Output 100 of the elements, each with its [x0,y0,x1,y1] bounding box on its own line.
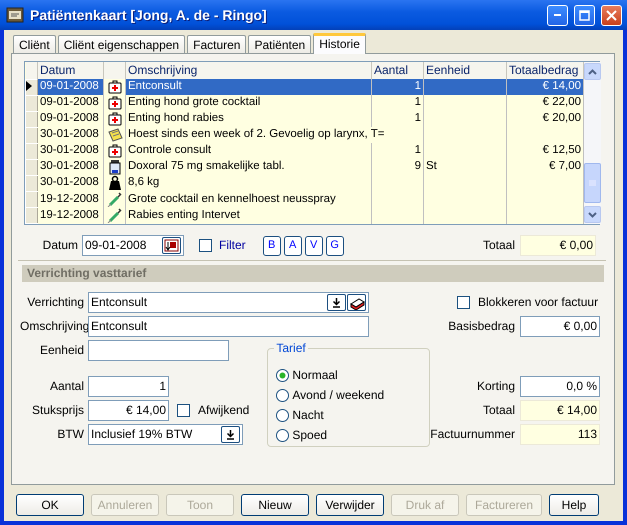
minimize-icon [554,14,561,16]
column-header[interactable]: Eenheid [424,62,506,80]
input-field[interactable]: Entconsult [88,316,369,337]
radio-button[interactable] [276,368,290,382]
radio-label: Normaal [292,368,338,382]
table-cell: 1 [372,79,424,96]
lookup-button[interactable] [347,294,366,311]
medical-kit-icon [106,95,122,112]
syringe-icon [106,207,122,224]
tab[interactable]: Facturen [187,35,246,53]
tab[interactable]: Cliënt eigenschappen [58,35,186,53]
radio-label: Nacht [292,408,324,422]
field-label: Datum [42,238,78,253]
scroll-up-icon [588,68,597,74]
input-field[interactable]: € 0,00 [520,316,600,337]
readonly-field: 113 [520,424,600,445]
section-header: Verrichting vasttarief [22,265,604,282]
table-cell: Doxoral 75 mg smakelijke tabl. [126,159,372,176]
maximize-icon [579,10,590,20]
column-header[interactable]: Totaalbedrag [506,62,584,80]
letter-button[interactable]: A [284,236,302,256]
field-label: Eenheid [38,343,84,358]
scroll-down-icon [588,212,597,218]
checkbox[interactable] [199,239,212,252]
table-cell: € 14,00 [506,79,584,96]
download-arrow-icon [331,297,342,308]
input-field[interactable]: 0,0 % [520,376,600,397]
calendar-button[interactable] [162,237,181,254]
table-cell: Controle consult [126,143,372,160]
radio-button[interactable] [276,388,290,402]
checkbox[interactable] [457,296,470,309]
field-label: Stuksprijs [30,403,84,418]
app-icon [6,6,24,24]
table-cell: Entconsult [126,79,372,96]
medical-kit-icon [106,143,122,160]
checkbox[interactable] [177,404,190,417]
input-field[interactable]: € 14,00 [88,400,169,421]
table-cell: 1 [372,95,424,112]
column-header[interactable]: Datum [38,62,104,80]
minimize-button[interactable] [547,4,568,26]
dialog-button[interactable]: Verwijder [316,494,384,516]
readonly-field: € 14,00 [520,400,600,421]
letter-button[interactable]: G [326,236,344,256]
radio-button[interactable] [276,428,290,442]
table-cell: St [424,159,506,176]
table-cell: 9 [372,159,424,176]
column-header[interactable]: Omschrijving [126,62,372,80]
checkbox-label: Afwijkend [198,403,250,418]
table-cell: 1 [372,111,424,128]
row-pointer-icon [26,81,32,92]
input-field[interactable]: 1 [88,376,169,397]
dialog-button[interactable]: OK [16,494,84,516]
dropdown-button[interactable] [327,294,346,311]
card-stack-icon [348,296,364,310]
scrollbar[interactable] [584,62,601,224]
date-field[interactable]: 09-01-2008 [82,235,184,256]
letter-button[interactable]: B [262,236,281,256]
checkbox-label: Filter [219,238,246,253]
field-label: Factuurnummer [430,427,515,442]
medical-kit-icon [106,79,122,96]
table-cell: Hoest sinds een week of 2. Gevoelig op larynx, T= [126,127,424,144]
dialog-button[interactable]: Help [549,494,599,516]
note-icon [106,127,122,144]
field-label: Verrichting [26,295,84,310]
download-arrow-icon [225,429,236,440]
radio-label: Avond / weekend [292,388,384,402]
dialog-button[interactable]: Nieuw [241,494,309,516]
close-icon [606,10,617,20]
table-cell: Rabies enting Intervet [126,207,372,224]
column-header[interactable]: Aantal [372,62,424,80]
total-field: € 0,00 [520,235,596,256]
medical-kit-icon [106,111,122,128]
dropdown-field[interactable]: Entconsult [88,292,369,313]
dropdown-field[interactable]: Inclusief 19% BTW [88,424,243,445]
syringe-icon [106,191,122,208]
table-cell: 8,6 kg [126,175,372,192]
bottle-icon [106,159,122,176]
radio-button[interactable] [276,408,290,422]
radio-dot-icon [279,372,286,378]
close-button[interactable] [601,4,622,26]
scroll-thumb-icon [589,180,596,186]
input-field[interactable] [88,340,229,361]
tab[interactable]: Historie [313,33,366,54]
table-cell: Enting hond grote cocktail [126,95,372,112]
field-label: Aantal [48,379,84,394]
field-label: Totaal [482,238,515,253]
letter-button[interactable]: V [304,236,323,256]
field-label: BTW [56,427,84,442]
dropdown-button[interactable] [221,426,240,443]
table-cell: Grote cocktail en kennelhoest neusspray [126,191,372,208]
tab[interactable]: Patiënten [248,35,312,53]
tab[interactable]: Cliënt [13,35,56,53]
maximize-button[interactable] [574,4,595,26]
field-label: Basisbedrag [448,319,515,334]
calendar-icon [164,239,179,252]
table-cell: 09-01-2008 [38,79,104,96]
table-cell: 1 [372,143,424,160]
checkbox-label: Blokkeren voor factuur [478,295,598,310]
field-label: Totaal [482,403,515,418]
weight-icon [106,175,122,192]
